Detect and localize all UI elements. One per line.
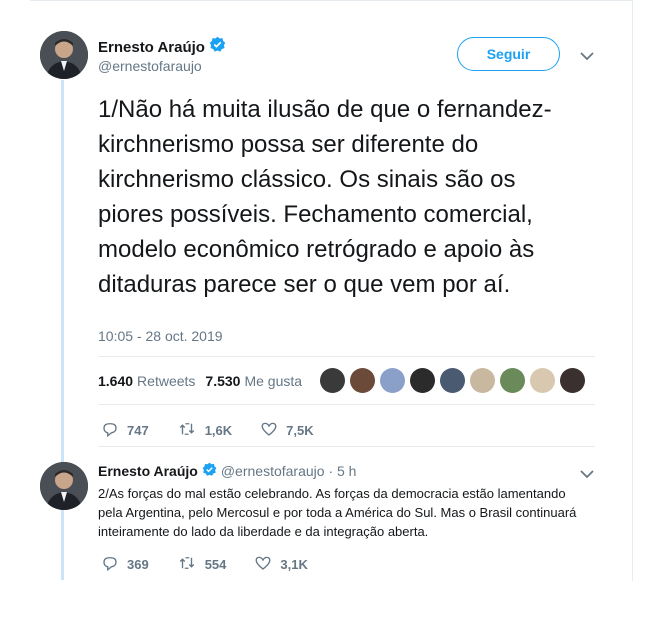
like-button[interactable]: 3,1K <box>254 554 308 575</box>
liker-avatar[interactable] <box>380 368 405 393</box>
retweet-button[interactable]: 1,6K <box>177 420 232 441</box>
reply-button[interactable]: 747 <box>101 420 149 441</box>
retweet-count: 1,6K <box>204 423 233 438</box>
avatar-portrait-icon <box>40 31 88 79</box>
follow-button[interactable]: Seguir <box>457 37 560 71</box>
avatar[interactable] <box>40 31 88 79</box>
liker-avatars <box>320 368 585 393</box>
divider <box>98 446 595 447</box>
liker-avatar[interactable] <box>500 368 525 393</box>
likes-count[interactable]: 7.530 <box>205 373 240 389</box>
retweet-button[interactable]: 554 <box>177 554 227 575</box>
retweets-count[interactable]: 1.640 <box>98 373 133 389</box>
retweet-icon <box>177 420 197 441</box>
reply-tweet-actions: 369 554 3,1K <box>101 554 336 575</box>
tweet-actions: 747 1,6K 7,5K <box>101 420 342 441</box>
author-row: Ernesto Araújo <box>98 36 226 58</box>
reply-handle-time[interactable]: @ernestofaraujo · 5 h <box>221 463 357 479</box>
heart-icon <box>254 554 272 575</box>
liker-avatar[interactable] <box>530 368 555 393</box>
author-handle[interactable]: @ernestofaraujo <box>98 58 202 74</box>
verified-badge-icon <box>209 36 226 58</box>
liker-avatar[interactable] <box>410 368 435 393</box>
like-button[interactable]: 7,5K <box>260 420 314 441</box>
reply-icon <box>101 554 119 575</box>
liker-avatar[interactable] <box>560 368 585 393</box>
reply-text: 2/As forças do mal estão celebrando. As … <box>98 486 577 539</box>
liker-avatar[interactable] <box>350 368 375 393</box>
reply-author-name[interactable]: Ernesto Araújo <box>98 463 198 479</box>
retweet-icon <box>177 554 197 575</box>
chevron-down-icon[interactable] <box>580 466 594 484</box>
like-count: 7,5K <box>286 423 314 438</box>
likes-label[interactable]: Me gusta <box>244 373 302 389</box>
chevron-down-icon[interactable] <box>580 48 594 66</box>
avatar[interactable] <box>40 462 88 510</box>
reply-count: 747 <box>127 423 149 438</box>
retweets-label[interactable]: Retweets <box>137 373 195 389</box>
reply-author-row: Ernesto Araújo @ernestofaraujo · 5 h <box>98 462 356 480</box>
author-name[interactable]: Ernesto Araújo <box>98 39 205 56</box>
divider <box>98 404 595 405</box>
liker-avatar[interactable] <box>470 368 495 393</box>
reply-icon <box>101 420 119 441</box>
engagement-stats: 1.640 Retweets 7.530 Me gusta <box>98 373 312 389</box>
verified-badge-icon <box>202 462 217 480</box>
tweet-timestamp[interactable]: 10:05 - 28 oct. 2019 <box>98 328 223 344</box>
reply-button[interactable]: 369 <box>101 554 149 575</box>
retweet-count: 554 <box>204 557 227 572</box>
reply-count: 369 <box>127 557 149 572</box>
avatar-portrait-icon <box>40 462 88 510</box>
liker-avatar[interactable] <box>320 368 345 393</box>
tweet-text: 1/Não há muita ilusão de que o fernandez… <box>98 96 552 298</box>
divider <box>98 356 595 357</box>
like-count: 3,1K <box>280 557 308 572</box>
liker-avatar[interactable] <box>440 368 465 393</box>
heart-icon <box>260 420 278 441</box>
